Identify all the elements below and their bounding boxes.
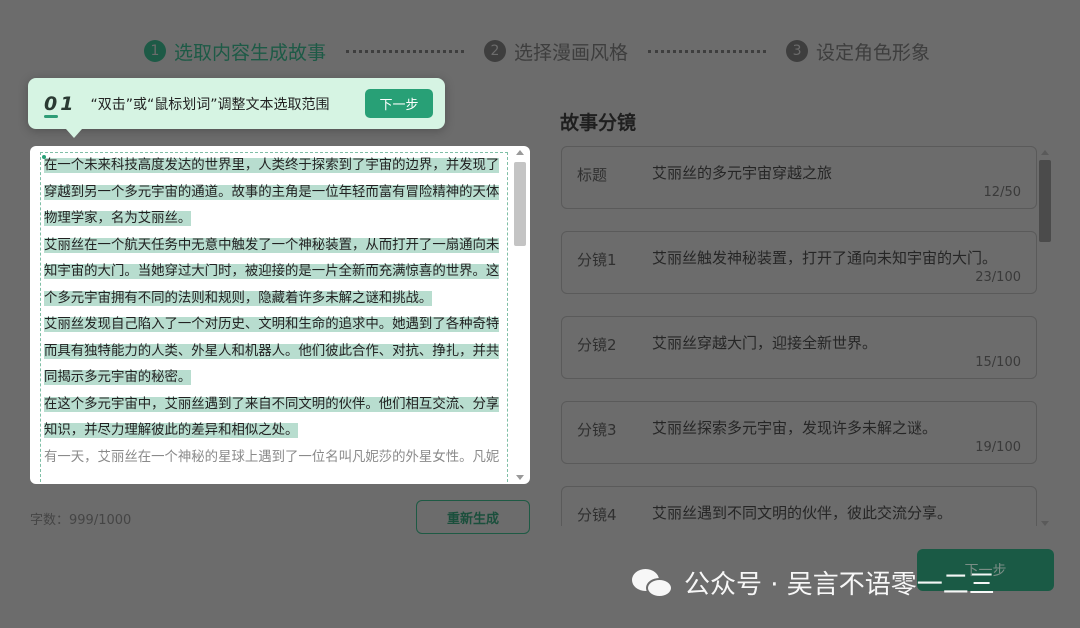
storyboard-card-3[interactable]: 分镜3 艾丽丝探索多元宇宙，发现许多未解之谜。 19/100 xyxy=(561,401,1037,464)
step-number: 2 xyxy=(484,40,507,62)
watermark-text: 公众号 · 吴言不语零一二三 xyxy=(684,570,995,600)
card-text[interactable]: 艾丽丝触发神秘装置，打开了通向未知宇宙的大门。 xyxy=(652,247,997,268)
paragraph[interactable]: 有一天，艾丽丝在一个神秘的星球上遇到了一位名叫凡妮莎的外星女性。凡妮 xyxy=(41,445,507,472)
card-label: 分镜4 xyxy=(577,506,617,524)
tooltip-text: “双击”或“鼠标划词”调整文本选取范围 xyxy=(90,96,330,113)
step-label: 设定角色形象 xyxy=(816,41,931,64)
regenerate-button[interactable]: 重新生成 xyxy=(416,500,530,534)
tooltip-next-button[interactable]: 下一步 xyxy=(365,89,433,118)
step-1[interactable]: 1 选取内容生成故事 xyxy=(144,38,326,65)
storyboard-list: 标题 艾丽丝的多元宇宙穿越之旅 12/50 分镜1 艾丽丝触发神秘装置，打开了通… xyxy=(560,146,1040,526)
step-number: 1 xyxy=(144,40,166,62)
char-count: 12/50 xyxy=(983,185,1021,200)
wechat-icon xyxy=(632,565,674,601)
step-3[interactable]: 3 设定角色形象 xyxy=(786,38,930,65)
text-selection-area[interactable]: 在一个未来科技高度发达的世界里，人类终于探索到了宇宙的边界，并发现了穿越到另一个… xyxy=(40,152,508,482)
card-text[interactable]: 艾丽丝遇到不同文明的伙伴，彼此交流分享。 xyxy=(652,502,952,523)
char-count: 19/100 xyxy=(975,440,1021,455)
card-text[interactable]: 艾丽丝探索多元宇宙，发现许多未解之谜。 xyxy=(652,417,937,438)
paragraph[interactable]: 在一个未来科技高度发达的世界里，人类终于探索到了宇宙的边界，并发现了穿越到另一个… xyxy=(41,153,507,233)
step-2[interactable]: 2 选择漫画风格 xyxy=(484,38,628,65)
step-label: 选取内容生成故事 xyxy=(174,41,327,64)
storyboard-card-title[interactable]: 标题 艾丽丝的多元宇宙穿越之旅 12/50 xyxy=(561,146,1037,209)
storyboard-card-1[interactable]: 分镜1 艾丽丝触发神秘装置，打开了通向未知宇宙的大门。 23/100 xyxy=(561,231,1037,294)
card-text[interactable]: 艾丽丝的多元宇宙穿越之旅 xyxy=(652,162,832,183)
guide-tooltip: 01 “双击”或“鼠标划词”调整文本选取范围 下一步 xyxy=(28,78,445,138)
step-divider xyxy=(346,49,465,53)
word-count: 字数：999/1000 xyxy=(30,513,132,528)
watermark: 公众号 · 吴言不语零一二三 xyxy=(632,564,995,601)
storyboard-card-2[interactable]: 分镜2 艾丽丝穿越大门，迎接全新世界。 15/100 xyxy=(561,316,1037,379)
card-label: 分镜3 xyxy=(577,421,617,439)
scroll-down-icon[interactable] xyxy=(1041,521,1049,526)
card-text[interactable]: 艾丽丝穿越大门，迎接全新世界。 xyxy=(652,332,877,353)
scrollbar-thumb[interactable] xyxy=(1039,160,1051,242)
tooltip-index: 01 xyxy=(44,92,77,118)
char-count: 15/100 xyxy=(975,355,1021,370)
selection-handle-icon[interactable] xyxy=(42,155,46,159)
step-divider xyxy=(648,49,767,53)
storyboard-scrollbar[interactable] xyxy=(1038,150,1052,526)
scrollbar-thumb[interactable] xyxy=(514,162,526,246)
paragraph[interactable]: 艾丽丝在一个航天任务中无意中触发了一个神秘装置，从而打开了一扇通向未知宇宙的大门… xyxy=(41,233,507,313)
step-number: 3 xyxy=(786,40,809,62)
char-count: 23/100 xyxy=(975,270,1021,285)
storyboard-title: 故事分镜 xyxy=(560,112,637,134)
step-indicator: 1 选取内容生成故事 2 选择漫画风格 3 设定角色形象 xyxy=(144,36,930,66)
card-label: 分镜1 xyxy=(577,251,617,269)
scroll-up-icon[interactable] xyxy=(516,150,524,155)
paragraph[interactable]: 艾丽丝发现自己陷入了一个对历史、文明和生命的追求中。她遇到了各种奇特而具有独特能… xyxy=(41,312,507,392)
step-label: 选择漫画风格 xyxy=(514,41,629,64)
story-text-editor[interactable]: 在一个未来科技高度发达的世界里，人类终于探索到了宇宙的边界，并发现了穿越到另一个… xyxy=(30,146,530,484)
scroll-down-icon[interactable] xyxy=(516,475,524,480)
card-label: 分镜2 xyxy=(577,336,617,354)
scroll-up-icon[interactable] xyxy=(1041,150,1049,155)
card-label: 标题 xyxy=(577,166,608,184)
storyboard-card-4[interactable]: 分镜4 艾丽丝遇到不同文明的伙伴，彼此交流分享。 xyxy=(561,486,1037,526)
paragraph[interactable]: 在这个多元宇宙中，艾丽丝遇到了来自不同文明的伙伴。他们相互交流、分享知识，并尽力… xyxy=(41,392,507,445)
editor-scrollbar[interactable] xyxy=(514,150,526,480)
